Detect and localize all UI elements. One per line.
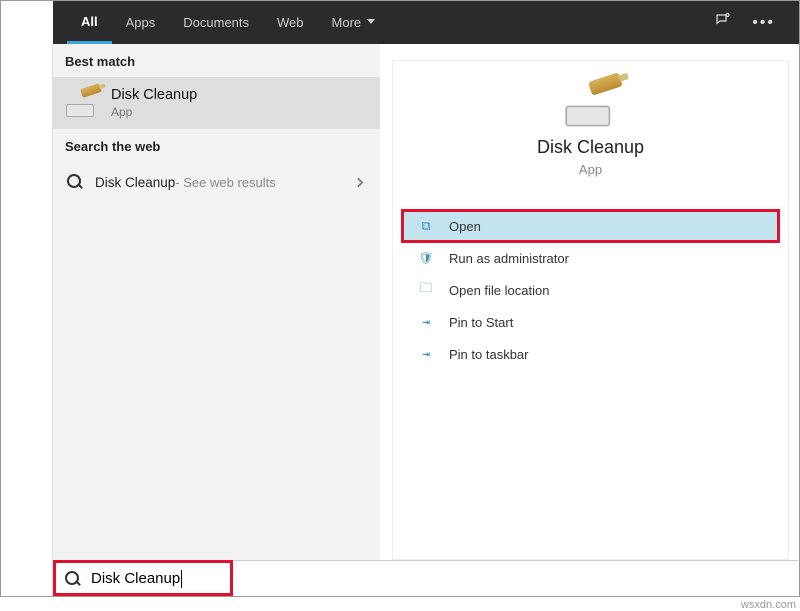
- section-search-web: Search the web: [53, 129, 380, 162]
- search-filter-tabs: All Apps Documents Web More •••: [53, 1, 799, 44]
- tab-apps[interactable]: Apps: [112, 1, 170, 44]
- pin-icon: [417, 314, 435, 330]
- folder-icon: [417, 282, 435, 298]
- chevron-down-icon: [367, 19, 375, 27]
- action-pin-start-label: Pin to Start: [449, 315, 513, 330]
- shield-icon: [417, 250, 435, 266]
- more-options-icon[interactable]: •••: [752, 14, 775, 32]
- details-panel: Disk Cleanup App Open Run as administrat…: [392, 60, 789, 560]
- search-results-panel: Best match Disk Cleanup App Search the w…: [53, 44, 380, 560]
- actions-list: Open Run as administrator Open file loca…: [393, 197, 788, 385]
- action-pin-taskbar[interactable]: Pin to taskbar: [403, 339, 778, 369]
- chevron-right-icon: [354, 177, 364, 187]
- action-pin-taskbar-label: Pin to taskbar: [449, 347, 529, 362]
- windows-search-window: All Apps Documents Web More ••• Best mat…: [0, 0, 800, 597]
- section-best-match: Best match: [53, 44, 380, 77]
- search-input-bar[interactable]: Disk Cleanup: [53, 560, 798, 596]
- pin-icon: [417, 346, 435, 362]
- details-subtitle: App: [403, 162, 778, 177]
- tab-more[interactable]: More: [318, 1, 390, 44]
- tab-all[interactable]: All: [67, 1, 112, 44]
- disk-cleanup-icon: [65, 88, 99, 118]
- watermark: wsxdn.com: [741, 599, 796, 611]
- web-result-label: Disk Cleanup: [95, 175, 175, 190]
- action-pin-start[interactable]: Pin to Start: [403, 307, 778, 337]
- action-run-admin-label: Run as administrator: [449, 251, 569, 266]
- result-title: Disk Cleanup: [111, 87, 197, 103]
- tab-web[interactable]: Web: [263, 1, 318, 44]
- left-gutter: [1, 44, 53, 596]
- action-run-admin[interactable]: Run as administrator: [403, 243, 778, 273]
- result-subtitle: App: [111, 105, 197, 119]
- action-open-label: Open: [449, 219, 481, 234]
- action-open-location[interactable]: Open file location: [403, 275, 778, 305]
- best-match-result[interactable]: Disk Cleanup App: [53, 77, 380, 129]
- tab-documents[interactable]: Documents: [169, 1, 263, 44]
- text-caret: [181, 570, 182, 588]
- action-open-location-label: Open file location: [449, 283, 549, 298]
- web-result[interactable]: Disk Cleanup - See web results: [53, 162, 380, 202]
- web-result-sub: - See web results: [175, 175, 275, 190]
- action-open[interactable]: Open: [403, 211, 778, 241]
- details-title: Disk Cleanup: [403, 137, 778, 158]
- details-hero: Disk Cleanup App: [393, 61, 788, 197]
- disk-cleanup-icon-large: [563, 80, 617, 128]
- search-input-value: Disk Cleanup: [91, 570, 180, 587]
- open-icon: [417, 218, 435, 234]
- feedback-icon[interactable]: [714, 12, 732, 33]
- search-icon: [63, 569, 83, 589]
- search-icon: [65, 172, 85, 192]
